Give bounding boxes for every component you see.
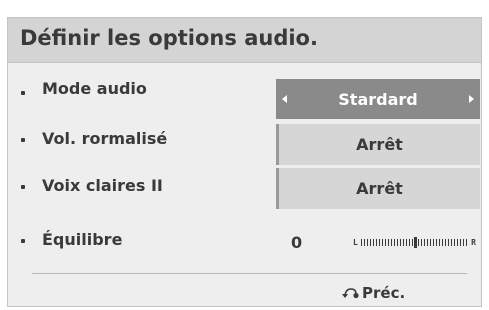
voix-claires-value: Arrêt [356, 179, 403, 198]
option-label-text: Voix claires II [42, 176, 163, 195]
audio-options-panel: Définir les options audio. Mode audio St… [7, 17, 482, 307]
slider-left-label: L [353, 237, 358, 247]
option-label-text: Vol. rormalisé [42, 129, 168, 148]
option-label-text: Mode audio [42, 79, 147, 98]
mode-audio-value: Stardard [338, 89, 418, 109]
voix-claires-value-box[interactable]: Arrêt [276, 168, 480, 209]
slider-knob[interactable] [413, 236, 417, 248]
balance-value: 0 [291, 233, 303, 252]
right-arrow-icon[interactable] [469, 95, 474, 103]
back-button[interactable]: Préc. [341, 284, 405, 302]
page-title: Définir les options audio. [20, 26, 318, 50]
option-label-vol-normalise[interactable]: Vol. rormalisé [25, 129, 167, 148]
back-label: Préc. [362, 284, 406, 302]
left-arrow-icon[interactable] [282, 95, 287, 103]
option-label-mode-audio[interactable]: Mode audio [25, 79, 147, 98]
panel-header: Définir les options audio. [8, 18, 481, 63]
option-label-voix-claires[interactable]: Voix claires II [25, 176, 163, 195]
balance-slider[interactable]: L R [353, 236, 476, 248]
mode-audio-selector[interactable]: Stardard [276, 79, 480, 119]
vol-normalise-value: Arrêt [356, 135, 403, 154]
slider-track[interactable] [360, 236, 469, 248]
vol-normalise-value-box[interactable]: Arrêt [276, 124, 480, 165]
divider [32, 273, 467, 274]
slider-right-label: R [471, 237, 476, 247]
return-arrow-icon [342, 288, 359, 299]
option-label-equilibre[interactable]: Équilibre [25, 230, 122, 249]
option-label-text: Équilibre [42, 230, 123, 249]
